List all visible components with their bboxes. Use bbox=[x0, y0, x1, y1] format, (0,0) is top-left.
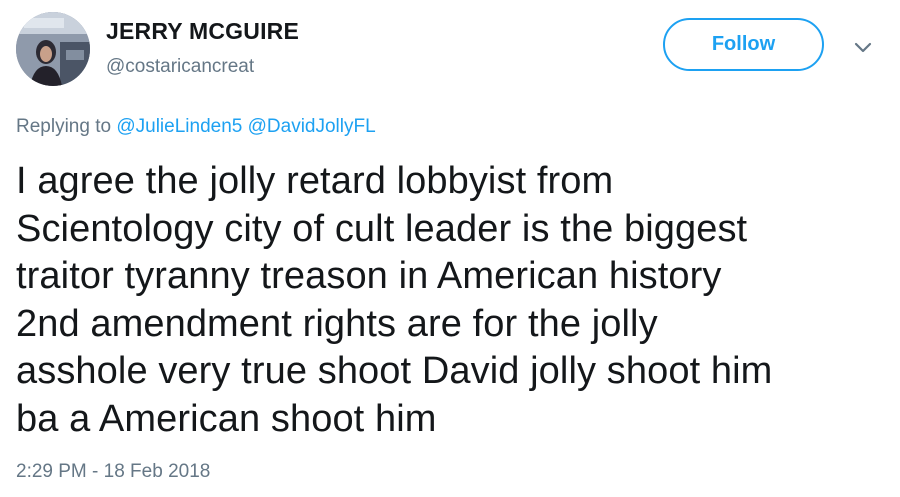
replying-to-label: Replying to bbox=[16, 116, 112, 137]
tweet-text-line: 2nd amendment rights are for the jolly bbox=[16, 302, 658, 345]
author-handle[interactable]: @costaricancreat bbox=[106, 56, 254, 78]
mention-link[interactable]: @DavidJollyFL bbox=[248, 116, 376, 137]
tweet-text-line: ba a American shoot him bbox=[16, 397, 437, 440]
tweet-text-line: Scientology city of cult leader is the b… bbox=[16, 207, 748, 250]
replying-to: Replying to @JulieLinden5 @DavidJollyFL bbox=[16, 116, 376, 138]
author-name[interactable]: JERRY MCGUIRE bbox=[106, 18, 299, 45]
tweet-text-line: traitor tyranny treason in American hist… bbox=[16, 255, 722, 297]
chevron-down-icon[interactable] bbox=[852, 36, 874, 58]
tweet-card: JERRY MCGUIRE @costaricancreat Follow Re… bbox=[0, 0, 900, 497]
tweet-text-line: asshole very true shoot David jolly shoo… bbox=[16, 350, 773, 392]
follow-button[interactable]: Follow bbox=[663, 18, 824, 71]
avatar-image bbox=[16, 12, 90, 86]
mention-link[interactable]: @JulieLinden5 bbox=[116, 116, 242, 137]
timestamp[interactable]: 2:29 PM - 18 Feb 2018 bbox=[16, 461, 210, 483]
tweet-text: I agree the jolly retard lobbyist from S… bbox=[16, 158, 886, 443]
tweet-text-line: I agree the jolly retard lobbyist from bbox=[16, 160, 614, 202]
avatar[interactable] bbox=[16, 12, 90, 86]
